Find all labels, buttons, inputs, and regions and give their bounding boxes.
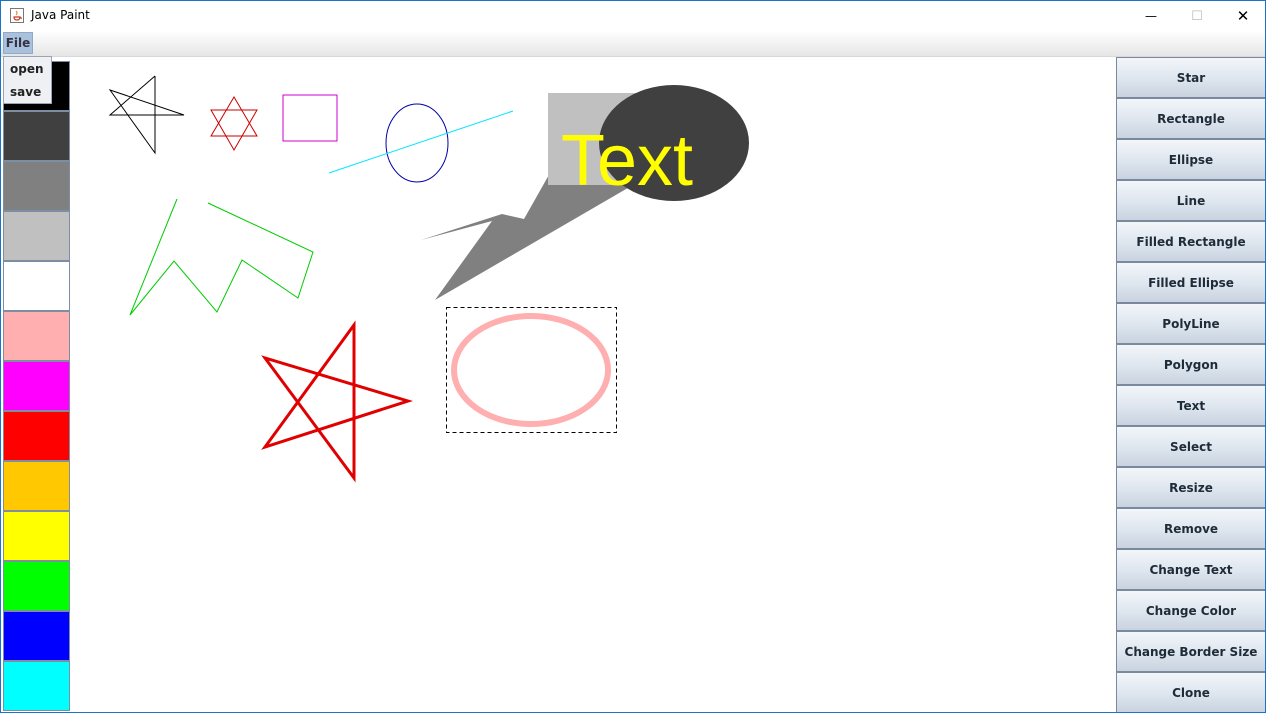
color-swatch[interactable] <box>3 361 70 411</box>
app-window: Java Paint — ☐ ✕ File open save Text Sta… <box>0 0 1266 713</box>
tool-button-ellipse[interactable]: Ellipse <box>1116 139 1265 180</box>
window-title: Java Paint <box>31 8 90 22</box>
title-bar: Java Paint — ☐ ✕ <box>1 1 1265 31</box>
canvas-drawing: Text <box>108 75 749 483</box>
rectangle-shape[interactable] <box>282 94 338 142</box>
tool-button-filled-ellipse[interactable]: Filled Ellipse <box>1116 262 1265 303</box>
file-menu[interactable]: File <box>3 32 33 54</box>
text-shape[interactable]: Text <box>561 121 693 201</box>
tool-button-star[interactable]: Star <box>1116 57 1265 98</box>
tool-button-change-color[interactable]: Change Color <box>1116 590 1265 631</box>
tool-button-rectangle[interactable]: Rectangle <box>1116 98 1265 139</box>
color-swatch[interactable] <box>3 111 70 161</box>
polyline-shape[interactable] <box>129 198 314 316</box>
selection-box[interactable] <box>446 307 617 433</box>
menu-item-save[interactable]: save <box>10 85 41 99</box>
color-swatch[interactable] <box>3 511 70 561</box>
color-swatch[interactable] <box>3 161 70 211</box>
color-swatch[interactable] <box>3 311 70 361</box>
drawing-canvas[interactable]: Text <box>72 57 1116 712</box>
close-button[interactable]: ✕ <box>1220 1 1265 31</box>
tool-button-panel: Star Rectangle Ellipse Line Filled Rectangle… <box>1116 57 1265 712</box>
big-star-shape[interactable] <box>261 320 414 483</box>
six-point-star-shape[interactable] <box>210 96 258 137</box>
tool-button-text[interactable]: Text <box>1116 385 1265 426</box>
menu-item-open[interactable]: open <box>10 62 44 76</box>
line-shape[interactable] <box>328 110 514 174</box>
tool-button-line[interactable]: Line <box>1116 180 1265 221</box>
small-star-outline <box>108 75 185 155</box>
six-point-star-inverted <box>210 109 258 152</box>
color-swatch[interactable] <box>3 661 70 711</box>
maximize-button[interactable]: ☐ <box>1174 1 1220 31</box>
tool-button-resize[interactable]: Resize <box>1116 467 1265 508</box>
tool-button-filled-rectangle[interactable]: Filled Rectangle <box>1116 221 1265 262</box>
java-cup-icon <box>10 8 24 23</box>
tool-button-change-border-size[interactable]: Change Border Size <box>1116 631 1265 672</box>
tool-button-select[interactable]: Select <box>1116 426 1265 467</box>
file-dropdown-menu: open save <box>3 56 52 104</box>
color-palette <box>3 61 72 711</box>
menu-bar: File <box>1 31 1265 57</box>
minimize-icon: — <box>1145 9 1157 23</box>
close-icon: ✕ <box>1236 7 1250 25</box>
minimize-button[interactable]: — <box>1128 1 1174 31</box>
tool-button-change-text[interactable]: Change Text <box>1116 549 1265 590</box>
tool-button-polygon[interactable]: Polygon <box>1116 344 1265 385</box>
color-swatch[interactable] <box>3 411 70 461</box>
color-swatch[interactable] <box>3 261 70 311</box>
color-swatch[interactable] <box>3 561 70 611</box>
tool-button-polyline[interactable]: PolyLine <box>1116 303 1265 344</box>
selected-ellipse-shape[interactable] <box>451 313 611 427</box>
color-swatch[interactable] <box>3 611 70 661</box>
maximize-icon: ☐ <box>1191 8 1203 24</box>
tool-button-remove[interactable]: Remove <box>1116 508 1265 549</box>
tool-button-clone[interactable]: Clone <box>1116 672 1265 712</box>
color-swatch[interactable] <box>3 211 70 261</box>
color-swatch[interactable] <box>3 461 70 511</box>
